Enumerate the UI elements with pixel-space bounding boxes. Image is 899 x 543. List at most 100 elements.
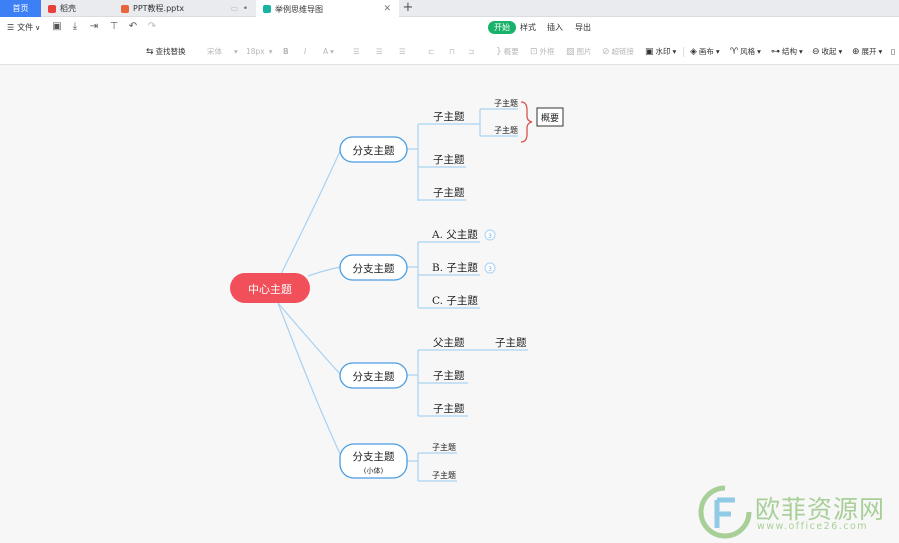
font-size-value: 18px [246, 47, 265, 56]
align-center-icon[interactable]: ☰ [376, 46, 383, 58]
export-icon[interactable]: ⇥ [88, 21, 100, 33]
mindmap-diagram: 中心主题 分支主题 分支主题 分支主题 分支主题 (小体) 子主题 子主题 子主… [230, 98, 564, 482]
ribbon-tab-export[interactable]: 导出 [571, 21, 595, 34]
summary-topic-label: 概要 [541, 112, 559, 124]
redo-icon[interactable]: ↷ [146, 21, 158, 33]
mindmap-icon [263, 5, 271, 13]
file-menu[interactable]: ☰ 文件 ∨ [7, 22, 40, 33]
font-color-label: A [323, 47, 329, 56]
connector [307, 266, 342, 277]
file-menu-label: 文件 [17, 23, 34, 32]
ribbon-tab-style[interactable]: 样式 [516, 21, 540, 34]
insert-parent-icon[interactable]: ⊐ [468, 46, 474, 58]
subtopic[interactable]: 子主题 [433, 187, 465, 199]
expand-button[interactable]: ⊕ 展开 ▾ [852, 46, 882, 58]
insert-child-icon[interactable]: ⊓ [449, 46, 455, 58]
close-icon[interactable]: • [243, 4, 248, 14]
menu-bar: ☰ 文件 ∨ ▣ ⤓ ⇥ ⊤ ↶ ↷ 开始 样式 插入 导出 [0, 17, 899, 39]
branch-topic-4[interactable]: 分支主题 (小体) [339, 443, 408, 479]
divider [683, 47, 684, 57]
parent-topic[interactable]: 父主题 [433, 337, 465, 349]
align-right-icon[interactable]: ☰ [399, 46, 406, 58]
font-size-select[interactable]: 18px ▾ [246, 46, 273, 58]
more-icon[interactable]: ▯ [891, 46, 895, 58]
subtopic[interactable]: 子主题 [495, 337, 527, 349]
ribbon-tab-start[interactable]: 开始 [488, 21, 516, 34]
subtopic-c[interactable]: C. 子主题 [432, 295, 478, 307]
badge-count: 3 [488, 265, 492, 273]
find-replace-button[interactable]: ⇆ 查找替换 [146, 46, 186, 58]
branch-topic-2[interactable]: 分支主题 [339, 254, 408, 281]
style-label: 风格 [740, 47, 756, 56]
pin-icon[interactable]: ▭ [230, 4, 238, 13]
connector [277, 302, 342, 376]
subtopic[interactable]: 子主题 [433, 111, 465, 123]
subtopic[interactable]: 子主题 [433, 370, 465, 382]
align-left-icon[interactable]: ☰ [353, 46, 360, 58]
format-painter-icon[interactable]: ⊤ [108, 21, 120, 33]
link-label: 超链接 [611, 47, 635, 56]
link-icon: ⊘ [602, 47, 610, 57]
subtopic[interactable]: 子主题 [433, 154, 465, 166]
ribbon-tab-insert[interactable]: 插入 [543, 21, 567, 34]
subtopic[interactable]: 子主题 [432, 442, 456, 452]
tab-bar: 首页 稻壳 PPT教程.pptx ▭ • 举例思维导图 ✕ + [0, 0, 899, 18]
font-value: 宋体 [207, 47, 222, 56]
border-button[interactable]: ⊡ 外框 [530, 46, 555, 58]
minus-circle-icon: ⊖ [812, 47, 820, 57]
font-select[interactable]: 宋体 ▾ [207, 46, 238, 58]
mindmap-canvas[interactable]: 中心主题 分支主题 分支主题 分支主题 分支主题 (小体) 子主题 子主题 子主… [0, 66, 899, 543]
branch-topic-1[interactable]: 分支主题 [339, 136, 408, 163]
canvas-button[interactable]: ◈ 画布 ▾ [690, 46, 720, 58]
summary-button[interactable]: } 概要 [496, 46, 519, 58]
subtopic[interactable]: 子主题 [433, 403, 465, 415]
close-icon[interactable]: ✕ [383, 4, 391, 14]
link-button[interactable]: ⊘ 超链接 [602, 46, 634, 58]
undo-icon[interactable]: ↶ [127, 21, 139, 33]
tab-mindmap[interactable]: 举例思维导图 ✕ [256, 0, 399, 18]
subtopic-b[interactable]: B. 子主题 [432, 262, 478, 274]
watermark: 欧菲资源网 www.office26.com [697, 484, 897, 540]
tab-mindmap-label: 举例思维导图 [275, 4, 323, 14]
subtopic[interactable]: 子主题 [494, 98, 518, 108]
border-label: 外框 [539, 47, 555, 56]
save-icon[interactable]: ▣ [51, 21, 63, 33]
watermark-icon: ▣ [645, 47, 654, 57]
chevron-down-icon: ▾ [672, 47, 677, 56]
summary-topic[interactable]: 概要 [536, 107, 564, 127]
watermark-button[interactable]: ▣ 水印 ▾ [645, 46, 676, 58]
tab-home[interactable]: 首页 [0, 0, 41, 17]
new-tab-button[interactable]: + [402, 0, 414, 17]
tab-docer[interactable]: 稻壳 [41, 0, 109, 17]
insert-sibling-icon[interactable]: ⊏ [428, 46, 434, 58]
connector [277, 148, 342, 281]
collapse-label: 收起 [821, 47, 837, 56]
branch-topic-3[interactable]: 分支主题 [339, 362, 408, 389]
chevron-down-icon: ▾ [268, 47, 273, 56]
center-topic-label: 中心主题 [248, 283, 292, 296]
center-topic[interactable]: 中心主题 [230, 273, 310, 303]
style-button[interactable]: ♈ 风格 ▾ [730, 46, 761, 58]
subtopic[interactable]: 子主题 [494, 125, 518, 135]
image-icon: ▨ [566, 47, 575, 57]
tab-ppt[interactable]: PPT教程.pptx ▭ • [109, 0, 256, 17]
plus-circle-icon: ⊕ [852, 47, 860, 57]
summary-label: 概要 [503, 47, 519, 56]
collapse-button[interactable]: ⊖ 收起 ▾ [812, 46, 842, 58]
font-color-button[interactable]: A ▾ [323, 46, 334, 58]
image-button[interactable]: ▨ 图片 [566, 46, 592, 58]
download-icon[interactable]: ⤓ [69, 21, 81, 33]
italic-button[interactable]: I [304, 46, 306, 58]
structure-icon: ⊶ [771, 47, 780, 57]
structure-button[interactable]: ⊶ 结构 ▾ [771, 46, 803, 58]
subtopic[interactable]: 子主题 [432, 470, 456, 480]
branch-topic-label: 分支主题 [353, 263, 395, 275]
collapse-count-badge[interactable]: 3 [484, 262, 496, 274]
canvas-label: 画布 [698, 47, 714, 56]
tab-home-label: 首页 [12, 4, 29, 13]
branch-topic-label: 分支主题 [353, 145, 395, 157]
collapse-count-badge[interactable]: 3 [484, 229, 496, 241]
subtopic-a[interactable]: A. 父主题 [431, 229, 478, 241]
bold-button[interactable]: B [283, 46, 289, 58]
docer-icon [48, 4, 56, 13]
